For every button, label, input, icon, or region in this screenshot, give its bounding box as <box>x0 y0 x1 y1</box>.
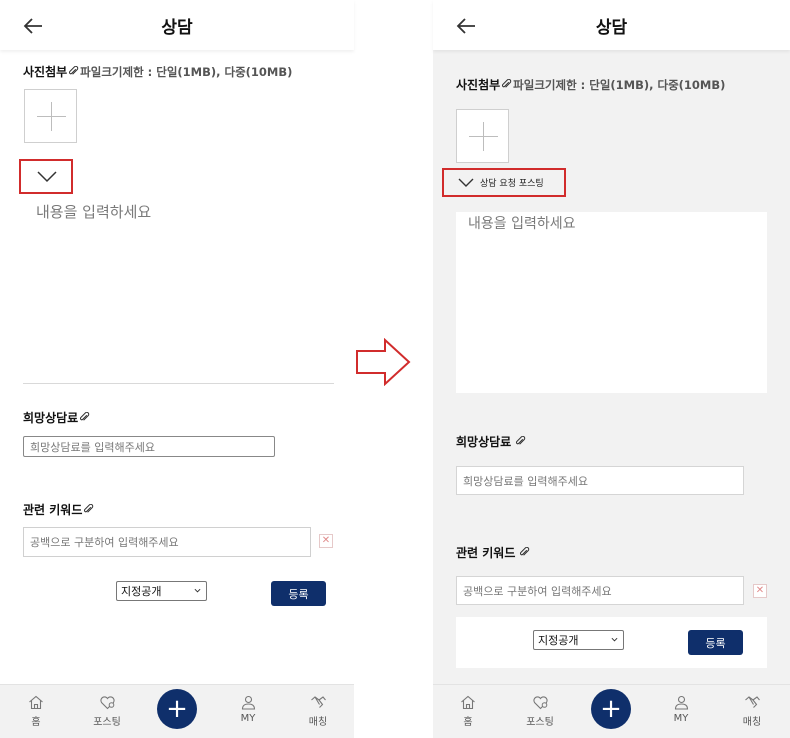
content-placeholder: 내용을 입력하세요 <box>468 216 576 232</box>
nav-matching-label: 매칭 <box>742 717 762 728</box>
photo-attach-label-text: 사진첨부 <box>23 65 68 79</box>
fee-label: 희망상담료 <box>456 433 527 450</box>
fee-label-text: 희망상담료 <box>456 435 512 449</box>
back-arrow-icon[interactable] <box>455 16 477 36</box>
fee-label-text: 희망상담료 <box>23 411 79 425</box>
add-photo-button[interactable] <box>24 89 77 143</box>
paperclip-icon <box>69 66 79 75</box>
heart-icon <box>532 696 548 710</box>
content-textarea[interactable]: 내용을 입력하세요 <box>36 201 151 222</box>
nav-home[interactable]: 홈 <box>438 685 498 738</box>
page-title: 상담 <box>595 17 628 38</box>
nav-my-label: MY <box>673 713 689 724</box>
photo-attach-label: 사진첨부 파일크기제한 : 단일(1MB), 다중(10MB) <box>23 63 292 80</box>
keyword-input[interactable]: 공백으로 구분하여 입력해주세요 <box>456 576 744 605</box>
person-icon <box>674 695 688 710</box>
bottom-nav: 홈 포스팅 + MY 매칭 <box>0 684 354 738</box>
posting-toggle-label: 상담 요청 포스팅 <box>480 179 544 189</box>
file-size-note: 파일크기제한 : 단일(1MB), 다중(10MB) <box>513 77 726 92</box>
nav-home-label: 홈 <box>463 717 473 728</box>
person-icon <box>241 695 255 710</box>
top-bar: 상담 <box>0 0 354 50</box>
right-arrow-icon <box>356 338 411 386</box>
nav-posting[interactable]: 포스팅 <box>77 685 137 738</box>
back-arrow-icon[interactable] <box>22 16 44 36</box>
chevron-down-icon <box>611 637 618 642</box>
nav-posting-label: 포스팅 <box>526 717 554 728</box>
page-title: 상담 <box>161 17 193 38</box>
nav-posting-label: 포스팅 <box>93 717 121 728</box>
visibility-select[interactable]: 지정공개 <box>533 630 624 650</box>
nav-home-label: 홈 <box>31 717 41 728</box>
heart-icon <box>99 696 115 710</box>
after-screen: 상담 사진첨부 파일크기제한 : 단일(1MB), 다중(10MB) 상담 요청… <box>433 0 790 738</box>
paperclip-icon <box>516 436 526 445</box>
comparison-stage: 상담 사진첨부 파일크기제한 : 단일(1MB), 다중(10MB) 내용을 입… <box>0 0 790 738</box>
nav-posting[interactable]: 포스팅 <box>510 685 570 738</box>
chevron-down-icon[interactable] <box>36 170 58 184</box>
before-screen: 상담 사진첨부 파일크기제한 : 단일(1MB), 다중(10MB) 내용을 입… <box>0 0 354 738</box>
submit-button[interactable]: 등록 <box>688 630 743 655</box>
paperclip-icon <box>80 412 90 421</box>
nav-matching-label: 매칭 <box>308 717 328 728</box>
fee-input[interactable]: 희망상담료를 입력해주세요 <box>456 466 744 495</box>
keyword-label-text: 관련 키워드 <box>23 503 83 517</box>
actions-panel: 지정공개 등록 <box>456 617 767 668</box>
keyword-label: 관련 키워드 <box>23 501 95 518</box>
chevron-down-icon <box>458 178 474 187</box>
visibility-select-value: 지정공개 <box>121 585 162 598</box>
add-photo-button[interactable] <box>456 109 509 163</box>
nav-home[interactable]: 홈 <box>6 685 66 738</box>
home-icon <box>461 695 475 710</box>
plus-icon-vertical <box>483 122 484 151</box>
fee-label: 희망상담료 <box>23 409 91 426</box>
nav-my[interactable]: MY <box>218 685 278 738</box>
paperclip-icon <box>520 547 530 556</box>
home-icon <box>29 695 43 710</box>
handshake-icon <box>744 696 760 708</box>
visibility-select[interactable]: 지정공개 <box>116 581 207 601</box>
plus-icon-vertical <box>51 102 52 131</box>
submit-button[interactable]: 등록 <box>271 581 326 606</box>
file-size-note: 파일크기제한 : 단일(1MB), 다중(10MB) <box>80 64 293 79</box>
clear-keyword-button[interactable]: ✕ <box>753 584 767 598</box>
nav-matching[interactable]: 매칭 <box>288 685 348 738</box>
content-textarea[interactable]: 내용을 입력하세요 <box>456 212 767 393</box>
clear-keyword-button[interactable]: ✕ <box>319 534 333 548</box>
divider <box>23 383 334 384</box>
paperclip-icon <box>84 504 94 513</box>
photo-attach-label-text: 사진첨부 <box>456 78 501 92</box>
photo-attach-label: 사진첨부 파일크기제한 : 단일(1MB), 다중(10MB) <box>456 76 725 93</box>
top-bar: 상담 <box>433 0 790 50</box>
nav-matching[interactable]: 매칭 <box>722 685 782 738</box>
keyword-label-text: 관련 키워드 <box>456 546 516 560</box>
bottom-nav: 홈 포스팅 + MY 매칭 <box>433 684 790 738</box>
chevron-down-icon <box>194 588 201 593</box>
keyword-label: 관련 키워드 <box>456 544 531 561</box>
nav-my-label: MY <box>240 713 256 724</box>
visibility-select-value: 지정공개 <box>538 634 579 647</box>
nav-my[interactable]: MY <box>651 685 711 738</box>
posting-toggle[interactable]: 상담 요청 포스팅 <box>457 176 544 189</box>
paperclip-icon <box>502 79 512 88</box>
handshake-icon <box>310 696 326 708</box>
keyword-input[interactable]: 공백으로 구분하여 입력해주세요 <box>23 527 311 557</box>
add-fab-button[interactable]: + <box>157 689 197 729</box>
fee-input[interactable]: 희망상담료를 입력해주세요 <box>23 436 275 457</box>
add-fab-button[interactable]: + <box>591 689 631 729</box>
